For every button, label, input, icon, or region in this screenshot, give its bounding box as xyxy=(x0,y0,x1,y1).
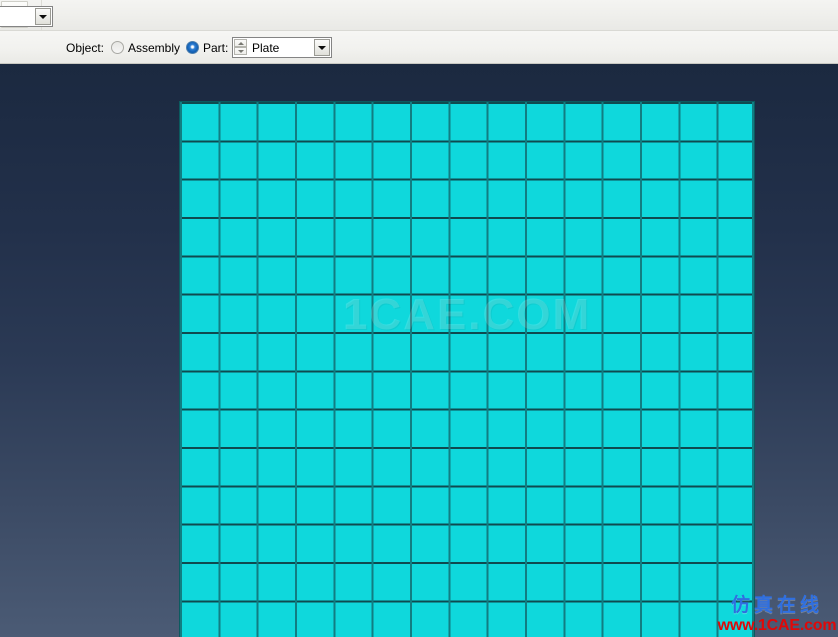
toolbar-primary xyxy=(0,0,838,31)
object-label: Object: xyxy=(66,41,105,55)
part-combo-value: Plate xyxy=(252,41,280,55)
model-combo[interactable]: el-1 xyxy=(0,6,53,27)
radio-object-assembly[interactable] xyxy=(111,41,124,54)
model-viewport[interactable]: 1CAE.COM 仿真在线 www.1CAE.com xyxy=(0,64,838,637)
mesh-grid[interactable] xyxy=(179,101,755,637)
mesh-right-edge xyxy=(752,102,754,637)
context-bar xyxy=(0,31,838,64)
assembly-label[interactable]: Assembly xyxy=(128,40,180,56)
application-window: el-1 Object: Assembly Part: Plate 1CAE.C… xyxy=(0,0,838,637)
part-combo[interactable]: Plate xyxy=(232,37,332,58)
spinner-up-icon[interactable] xyxy=(234,39,247,47)
spinner-down-icon[interactable] xyxy=(234,47,247,55)
radio-object-part[interactable] xyxy=(186,41,199,54)
model-combo-dropdown-button[interactable] xyxy=(35,8,51,25)
part-spinner[interactable] xyxy=(234,39,247,56)
part-label[interactable]: Part: xyxy=(203,40,228,56)
part-combo-dropdown-button[interactable] xyxy=(314,39,330,56)
